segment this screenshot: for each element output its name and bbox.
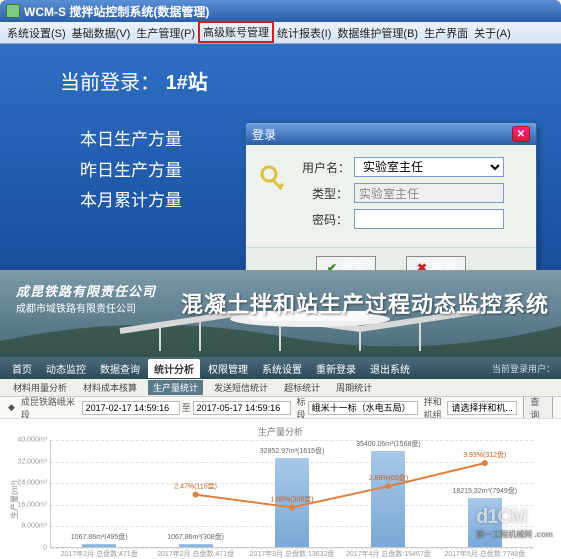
project-label: 标段 [297,397,306,419]
date-from-input[interactable] [82,401,180,415]
current-login-label: 当前登录： [60,72,160,94]
svg-text:1.88%(308盘): 1.88%(308盘) [270,494,313,503]
login-dialog: 登录 ✕ 用户名： 实验室主任 类型： [245,122,537,292]
line-overlay: 2.47%(115盘) 1.88%(308盘) 2.86%(65盘) 3.93%(31… [51,440,533,547]
x-tick: 2017年4月 总盘数:15467盘 [341,549,435,559]
menu-item[interactable]: 统计报表(I) [274,25,334,41]
login-user-label: 当前登录用户： [492,362,555,375]
svg-text:2.86%(65盘): 2.86%(65盘) [369,473,408,482]
banner: 成昆铁路有限责任公司 成都市域铁路有限责任公司 混凝土拌和站生产过程动态监控系统 [0,271,561,357]
filter-bar: ◆ 成昆铁路峨米段 至 标段 拌和机组 查询 [0,397,561,419]
app-body: 当前登录： 1#站 本日生产方量昨日生产方量本月累计方量 登录 ✕ 用户名： 实… [0,44,561,270]
dialog-title: 登录 [252,126,276,143]
close-icon[interactable]: ✕ [512,126,530,142]
x-tick: 2017年2月 总盘数:471盘 [149,549,243,559]
svg-text:3.93%(312盘): 3.93%(312盘) [463,450,506,459]
dialog-body: 用户名： 实验室主任 类型： 密码： [246,145,536,247]
app-icon [6,4,20,18]
section-icon: ◆ [8,402,15,413]
menubar: 系统设置(S)基础数据(V)生产管理(P)高级账号管理统计报表(I)数据维护管理… [0,22,561,44]
current-login: 当前登录： 1#站 [60,66,541,95]
chart-title: 生产量分析 [8,423,553,440]
current-login-value: 1#站 [166,72,208,94]
nav-item[interactable]: 数据查询 [94,359,146,378]
desktop-app-window: WCM-S 搅拌站控制系统(数据管理) 系统设置(S)基础数据(V)生产管理(P… [0,0,561,270]
menu-item[interactable]: 生产界面 [421,25,471,41]
mixer-select[interactable] [447,401,517,415]
web-nav: 首页动态监控数据查询统计分析权限管理系统设置重新登录退出系统 当前登录用户： [0,357,561,379]
nav-item[interactable]: 动态监控 [40,359,92,378]
nav-item[interactable]: 系统设置 [256,359,308,378]
username-label: 用户名： [302,159,348,176]
subnav-item[interactable]: 生产量统计 [148,380,203,395]
nav-item[interactable]: 重新登录 [310,359,362,378]
dialog-titlebar: 登录 ✕ [246,123,536,145]
titlebar: WCM-S 搅拌站控制系统(数据管理) [0,0,561,22]
login-fields: 用户名： 实验室主任 类型： 密码： [302,157,526,235]
menu-item[interactable]: 生产管理(P) [133,25,198,41]
menu-item[interactable]: 系统设置(S) [4,25,69,41]
nav-item[interactable]: 退出系统 [364,359,416,378]
filter-section-label: 成昆铁路峨米段 [21,397,76,419]
subnav-item[interactable]: 材料用量分析 [8,380,72,395]
password-label: 密码： [302,211,348,228]
org-block: 成昆铁路有限责任公司 成都市域铁路有限责任公司 [16,281,156,315]
subnav-item[interactable]: 发送短信统计 [209,380,273,395]
app-title: WCM-S 搅拌站控制系统(数据管理) [24,3,209,20]
menu-item[interactable]: 基础数据(V) [69,25,134,41]
org-name-1: 成昆铁路有限责任公司 [16,281,156,300]
subnav-item[interactable]: 材料成本核算 [78,380,142,395]
chart-area: 08,000m³16,000m³24,000m³32,000m³40,000m³… [50,440,533,548]
key-icon [256,161,292,197]
x-tick: 2017年5月 总盘数:7749盘 [438,549,532,559]
password-field[interactable] [354,209,504,229]
username-select[interactable]: 实验室主任 [354,157,504,177]
system-title: 混凝土拌和站生产过程动态监控系统 [181,287,549,319]
web-subnav: 材料用量分析材料成本核算生产量统计发送短信统计超标统计周期统计 [0,379,561,397]
menu-item[interactable]: 关于(A) [471,25,514,41]
subnav-item[interactable]: 超标统计 [279,380,325,395]
x-tick: 2017年3月 总盘数:13632盘 [245,549,339,559]
subnav-item[interactable]: 周期统计 [331,380,377,395]
chart-panel: 生产量分析 08,000m³16,000m³24,000m³32,000m³40… [0,419,561,545]
y-tick: 40,000m³ [7,437,47,444]
type-label: 类型： [302,185,348,202]
y-axis-label: 生产量(m³) [9,480,20,519]
type-field [354,183,504,203]
web-dashboard: 成昆铁路有限责任公司 成都市域铁路有限责任公司 混凝土拌和站生产过程动态监控系统… [0,270,561,546]
org-name-2: 成都市域铁路有限责任公司 [16,300,156,315]
x-tick: 2017年2月 总盘数:471盘 [52,549,146,559]
menu-item[interactable]: 数据维护管理(B) [334,25,421,41]
y-tick: 8,000m³ [7,523,47,530]
date-to-input[interactable] [193,401,291,415]
mixer-label: 拌和机组 [424,397,446,419]
nav-item[interactable]: 权限管理 [202,359,254,378]
y-tick: 32,000m³ [7,458,47,465]
nav-item[interactable]: 首页 [6,359,38,378]
nav-item[interactable]: 统计分析 [148,359,200,378]
svg-text:2.47%(115盘): 2.47%(115盘) [174,482,217,491]
menu-item[interactable]: 高级账号管理 [198,21,274,43]
project-select[interactable] [308,401,418,415]
query-button[interactable]: 查询 [523,397,553,419]
